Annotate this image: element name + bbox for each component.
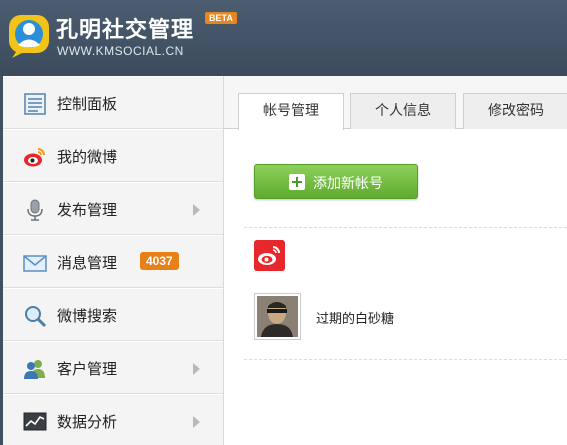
mail-icon — [23, 255, 47, 272]
unread-count-badge: 4037 — [140, 252, 179, 270]
main-content: 帐号管理 个人信息 修改密码 添加新帐号 过期的白砂糖 — [224, 76, 567, 445]
avatar[interactable] — [254, 293, 301, 340]
sidebar-item-weibo-search[interactable]: 微博搜索 — [3, 288, 223, 341]
sidebar-item-label: 客户管理 — [57, 360, 118, 378]
sidebar-item-my-weibo[interactable]: 我的微博 — [3, 129, 223, 182]
user-photo — [257, 296, 298, 337]
sidebar-item-messages[interactable]: 消息管理 4037 — [3, 235, 223, 288]
dashboard-icon — [24, 93, 46, 115]
sidebar-nav: 控制面板 我的微博 发布管理 消息管理 4037 微博搜索 客户管理 数据分析 — [3, 76, 224, 445]
sidebar-item-label: 控制面板 — [57, 95, 118, 113]
tab-change-password[interactable]: 修改密码 — [463, 93, 567, 129]
tab-account-management[interactable]: 帐号管理 — [238, 93, 344, 130]
tab-bar: 帐号管理 个人信息 修改密码 — [224, 76, 567, 130]
app-header: 孔明社交管理 BETA WWW.KMSOCIAL.CN — [0, 0, 567, 76]
sidebar-item-label: 发布管理 — [57, 201, 118, 219]
add-account-button[interactable]: 添加新帐号 — [254, 164, 418, 199]
chevron-right-icon — [193, 204, 200, 216]
divider — [244, 227, 567, 228]
chevron-right-icon — [193, 363, 200, 375]
beta-badge: BETA — [205, 12, 237, 24]
microphone-icon — [27, 199, 43, 221]
plus-icon — [289, 174, 305, 190]
kongming-logo-icon — [9, 15, 49, 58]
sidebar-item-label: 数据分析 — [57, 413, 118, 431]
users-icon — [24, 360, 45, 379]
sidebar-item-label: 消息管理 — [57, 254, 118, 272]
sidebar-item-publish[interactable]: 发布管理 — [3, 182, 223, 235]
sidebar-item-label: 我的微博 — [57, 148, 118, 166]
sidebar-item-customers[interactable]: 客户管理 — [3, 341, 223, 394]
sina-weibo-icon[interactable] — [254, 240, 285, 271]
divider — [244, 359, 567, 360]
add-account-label: 添加新帐号 — [313, 176, 383, 192]
app-title: 孔明社交管理 — [56, 18, 195, 43]
account-name-link[interactable]: 过期的白砂糖 — [316, 308, 394, 327]
chart-icon — [23, 412, 47, 431]
tab-personal-info[interactable]: 个人信息 — [350, 93, 456, 129]
chevron-right-icon — [193, 416, 200, 428]
sidebar-item-analytics[interactable]: 数据分析 — [3, 394, 223, 445]
sidebar-item-dashboard[interactable]: 控制面板 — [3, 76, 223, 129]
weibo-icon — [24, 148, 45, 167]
site-url: WWW.KMSOCIAL.CN — [57, 44, 184, 58]
magnifier-icon — [25, 306, 47, 328]
sidebar-item-label: 微博搜索 — [57, 307, 118, 325]
